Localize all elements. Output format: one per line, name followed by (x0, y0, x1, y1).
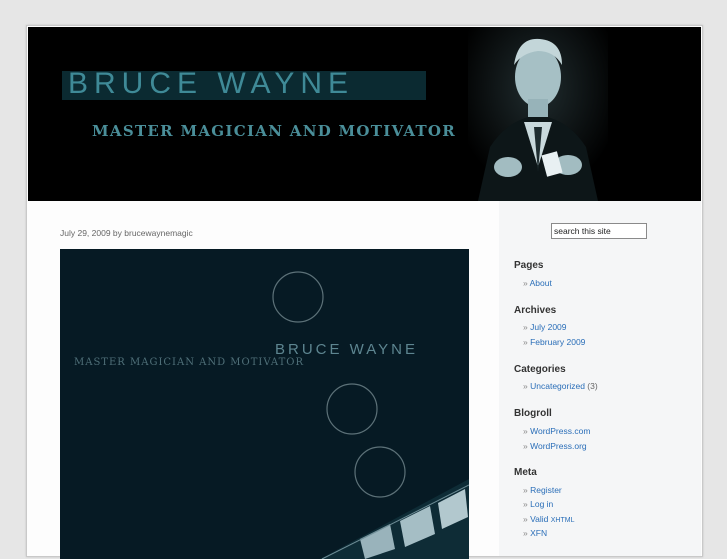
sidebar: Pages » About Archives » July 2009 » Feb… (499, 201, 701, 556)
sidebar-heading-pages: Pages (514, 260, 544, 271)
post-meta: July 29, 2009 by brucewaynemagic (60, 228, 193, 238)
post-image: BRUCE WAYNE MASTER MAGICIAN AND MOTIVATO… (60, 249, 469, 559)
bullet: » (523, 381, 528, 391)
post-image-tagline: MASTER MAGICIAN AND MOTIVATOR (74, 357, 304, 368)
sidebar-link-july-2009[interactable]: July 2009 (530, 322, 566, 332)
bullet: » (523, 485, 528, 495)
bullet: » (523, 441, 528, 451)
sidebar-link-about[interactable]: About (530, 278, 552, 288)
bullet: » (523, 514, 528, 524)
sidebar-link-valid-xhtml[interactable]: Valid XHTML (530, 514, 574, 524)
post-image-title: BRUCE WAYNE (275, 341, 419, 358)
search-input[interactable] (551, 223, 647, 239)
category-count: (3) (587, 381, 598, 391)
site-header: BRUCE WAYNE MASTER MAGICIAN AND MOTIVATO… (28, 27, 701, 201)
sidebar-item-about: » About (523, 278, 552, 288)
sidebar-link-login[interactable]: Log in (530, 499, 553, 509)
xhtml-abbr: XHTML (550, 517, 575, 524)
bullet: » (523, 337, 528, 347)
bullet: » (523, 528, 528, 538)
sidebar-link-wordpress-org[interactable]: WordPress.org (530, 441, 587, 451)
sidebar-item-category: » Uncategorized (3) (523, 381, 598, 391)
content-area: July 29, 2009 by brucewaynemagic BRUCE W… (28, 201, 701, 559)
site-title[interactable]: BRUCE WAYNE (68, 67, 354, 101)
sidebar-item-meta: » Register (523, 485, 562, 495)
sidebar-link-uncategorized[interactable]: Uncategorized (530, 381, 585, 391)
bullet: » (523, 322, 528, 332)
page-frame: BRUCE WAYNE MASTER MAGICIAN AND MOTIVATO… (26, 25, 703, 559)
sidebar-item-archive: » July 2009 (523, 322, 567, 332)
sidebar-item-archive: » February 2009 (523, 337, 585, 347)
sidebar-heading-meta: Meta (514, 467, 537, 478)
bullet: » (523, 499, 528, 509)
bullet: » (523, 426, 528, 436)
magician-portrait (468, 27, 608, 201)
post-image-graphics (272, 271, 469, 559)
site-tagline: MASTER MAGICIAN AND MOTIVATOR (92, 122, 457, 140)
sidebar-link-wordpress-com[interactable]: WordPress.com (530, 426, 590, 436)
sidebar-heading-blogroll: Blogroll (514, 408, 552, 419)
valid-label: Valid (530, 514, 549, 524)
bullet: » (523, 278, 528, 288)
sidebar-item-meta: » XFN (523, 528, 547, 538)
sidebar-item-blogroll: » WordPress.org (523, 441, 587, 451)
sidebar-heading-archives: Archives (514, 305, 557, 316)
sidebar-link-xfn[interactable]: XFN (530, 528, 547, 538)
sidebar-item-meta: » Valid XHTML (523, 514, 575, 524)
sidebar-link-register[interactable]: Register (530, 485, 562, 495)
sidebar-link-february-2009[interactable]: February 2009 (530, 337, 585, 347)
sidebar-heading-categories: Categories (514, 364, 566, 375)
sidebar-item-meta: » Log in (523, 499, 553, 509)
sidebar-item-blogroll: » WordPress.com (523, 426, 590, 436)
